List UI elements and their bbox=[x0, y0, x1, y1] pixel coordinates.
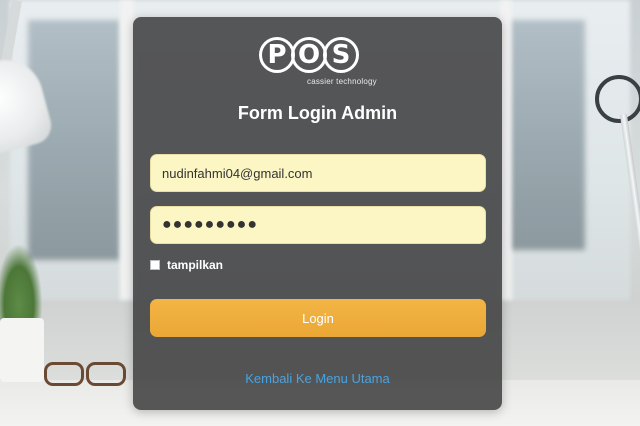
background-window-pane bbox=[505, 20, 585, 250]
background-plant-pot bbox=[0, 318, 44, 382]
password-field[interactable] bbox=[150, 206, 486, 244]
background-glasses bbox=[40, 360, 128, 386]
show-password-label: tampilkan bbox=[167, 258, 224, 272]
logo-letter-o: O bbox=[291, 37, 327, 73]
login-button[interactable]: Login bbox=[150, 299, 486, 337]
form-title: Form Login Admin bbox=[237, 103, 398, 123]
show-password-checkbox[interactable] bbox=[150, 260, 160, 270]
login-panel: P O S cassier technology Form Login Admi… bbox=[133, 17, 502, 410]
back-to-main-menu-link[interactable]: Kembali Ke Menu Utama bbox=[133, 371, 502, 386]
logo-letter-p: P bbox=[259, 37, 295, 73]
pos-logo: P O S cassier technology bbox=[259, 35, 379, 86]
background-window-frame bbox=[120, 0, 134, 300]
show-password-row[interactable]: tampilkan bbox=[150, 257, 223, 273]
background-lamp-right bbox=[580, 75, 640, 375]
logo-tagline: cassier technology bbox=[307, 77, 377, 86]
logo-letters: P O S bbox=[259, 35, 359, 75]
email-field[interactable] bbox=[150, 154, 486, 192]
login-page: P O S cassier technology Form Login Admi… bbox=[0, 0, 640, 426]
logo-letter-s: S bbox=[323, 37, 359, 73]
